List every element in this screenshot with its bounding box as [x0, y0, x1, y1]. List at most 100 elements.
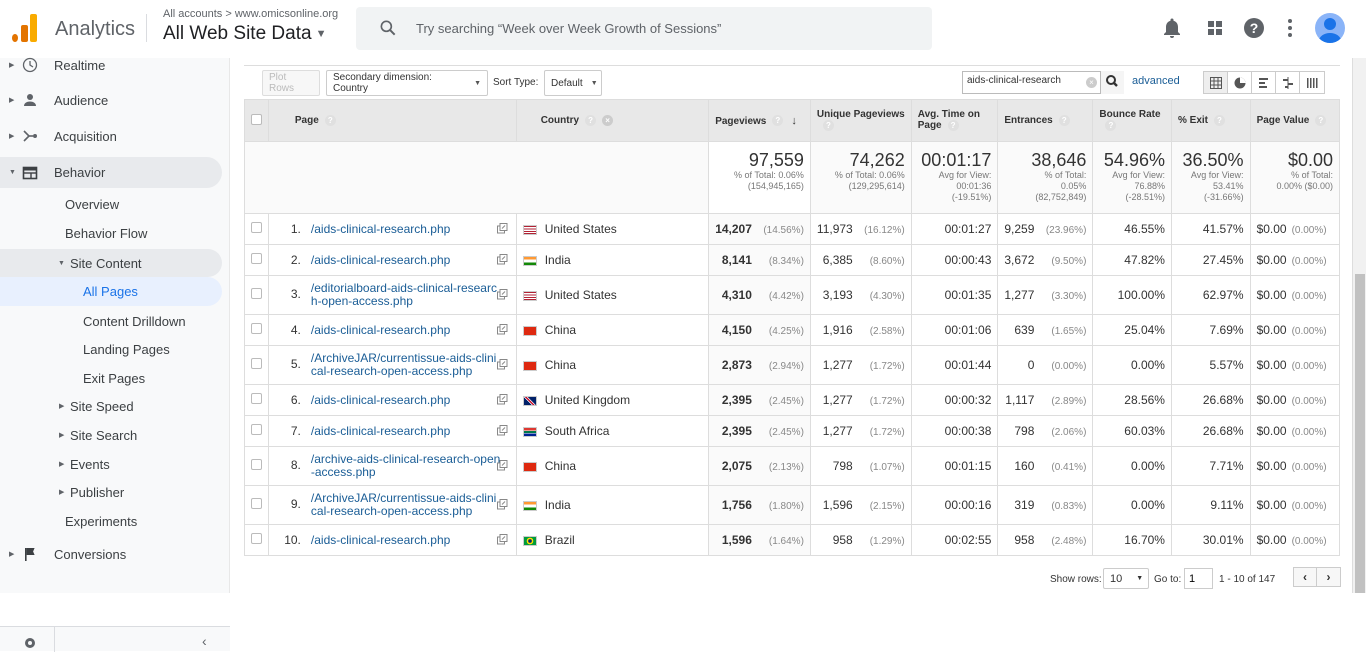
account-avatar-icon[interactable] — [1315, 13, 1345, 43]
pivot-view-button[interactable] — [1300, 72, 1324, 93]
remove-dimension-icon[interactable]: × — [602, 114, 614, 126]
open-page-icon[interactable] — [496, 289, 508, 300]
sidebar-item-content-drilldown[interactable]: Content Drilldown — [0, 306, 222, 336]
global-search[interactable] — [356, 7, 932, 50]
open-page-icon[interactable] — [496, 425, 508, 436]
advanced-filter-link[interactable]: advanced — [1132, 75, 1180, 87]
help-icon[interactable]: ? — [1214, 114, 1225, 126]
row-checkbox[interactable] — [250, 323, 262, 334]
open-page-icon[interactable] — [496, 359, 508, 370]
open-page-icon[interactable] — [496, 534, 508, 545]
sidebar-item-overview[interactable]: Overview — [0, 189, 222, 219]
help-icon[interactable]: ? — [772, 115, 784, 127]
sidebar-item-publisher[interactable]: ▶ Publisher — [0, 477, 222, 507]
prev-page-button[interactable]: ‹ — [1294, 568, 1318, 586]
col-header-exit[interactable]: % Exit? — [1170, 99, 1251, 142]
row-checkbox[interactable] — [250, 533, 262, 544]
row-checkbox[interactable] — [250, 393, 262, 404]
sidebar-item-site-search[interactable]: ▶ Site Search — [0, 420, 222, 450]
performance-view-button[interactable] — [1252, 72, 1276, 93]
gear-icon[interactable] — [22, 635, 38, 651]
help-icon[interactable]: ? — [324, 114, 336, 126]
page-link[interactable]: /aids-clinical-research.php — [311, 223, 501, 236]
goto-page-input[interactable] — [1184, 568, 1213, 589]
col-header-page[interactable]: Page? — [267, 99, 517, 142]
help-icon[interactable]: ? — [1315, 114, 1327, 126]
page-scrollbar[interactable] — [1352, 58, 1366, 593]
row-checkbox[interactable] — [250, 253, 262, 264]
country-name[interactable]: India — [545, 253, 571, 267]
col-header-unique-pageviews[interactable]: Unique Pageviews? — [809, 99, 912, 142]
show-rows-select[interactable]: 10 ▼ — [1103, 568, 1149, 589]
scrollbar-thumb[interactable] — [1355, 274, 1365, 593]
open-page-icon[interactable] — [496, 460, 508, 471]
plot-rows-button[interactable]: Plot Rows — [262, 70, 320, 96]
col-header-pageviews[interactable]: Pageviews? ↓ — [708, 99, 811, 142]
page-link[interactable]: /aids-clinical-research.php — [311, 394, 501, 407]
help-icon[interactable]: ? — [1242, 16, 1266, 40]
page-link[interactable]: /aids-clinical-research.php — [311, 425, 501, 438]
page-link[interactable]: /aids-clinical-research.php — [311, 324, 501, 337]
secondary-dimension-dropdown[interactable]: Secondary dimension: Country ▼ — [326, 70, 488, 96]
sidebar-item-all-pages[interactable]: All Pages — [0, 277, 222, 306]
page-link[interactable]: /editorialboard-aids-clinical-research-o… — [311, 282, 501, 308]
analytics-logo-icon[interactable] — [12, 14, 38, 42]
filter-search-button[interactable] — [1100, 71, 1124, 94]
apps-grid-icon[interactable] — [1203, 16, 1227, 40]
help-icon[interactable]: ? — [585, 114, 597, 126]
sidebar-item-landing-pages[interactable]: Landing Pages — [0, 334, 222, 364]
bell-icon[interactable] — [1160, 16, 1184, 40]
sidebar-item-behavior-flow[interactable]: Behavior Flow — [0, 218, 222, 248]
col-header-avg-time[interactable]: Avg. Time on Page? — [910, 99, 999, 142]
page-link[interactable]: /archive-aids-clinical-research-open-acc… — [311, 453, 501, 479]
help-icon[interactable]: ? — [1058, 114, 1070, 126]
country-name[interactable]: China — [545, 459, 576, 473]
next-page-button[interactable]: › — [1317, 568, 1340, 586]
row-checkbox[interactable] — [250, 498, 262, 509]
open-page-icon[interactable] — [496, 324, 508, 335]
country-name[interactable]: United States — [545, 222, 617, 236]
sidebar-item-exit-pages[interactable]: Exit Pages — [0, 363, 222, 393]
col-header-page-value[interactable]: Page Value? — [1249, 99, 1341, 142]
country-name[interactable]: South Africa — [545, 424, 610, 438]
country-name[interactable]: United States — [545, 288, 617, 302]
country-name[interactable]: China — [545, 358, 576, 372]
country-name[interactable]: Brazil — [545, 533, 575, 547]
page-link[interactable]: /ArchiveJAR/currentissue-aids-clinical-r… — [311, 492, 501, 518]
percentage-view-button[interactable] — [1228, 72, 1252, 93]
row-checkbox[interactable] — [250, 358, 262, 369]
open-page-icon[interactable] — [496, 254, 508, 265]
row-checkbox[interactable] — [250, 424, 262, 435]
row-checkbox[interactable] — [250, 288, 262, 299]
sidebar-item-conversions[interactable]: ▶ Conversions — [0, 539, 222, 569]
account-breadcrumb[interactable]: All accounts > www.omicsonline.org — [163, 8, 338, 20]
page-link[interactable]: /aids-clinical-research.php — [311, 254, 501, 267]
sidebar-item-events[interactable]: ▶ Events — [0, 449, 222, 479]
sidebar-item-behavior[interactable]: ▼ Behavior — [0, 157, 222, 188]
sidebar-item-experiments[interactable]: Experiments — [0, 506, 222, 536]
help-icon[interactable]: ? — [1105, 120, 1117, 132]
sidebar-item-audience[interactable]: ▶ Audience — [0, 85, 222, 115]
sidebar-item-site-speed[interactable]: ▶ Site Speed — [0, 391, 222, 421]
col-header-country[interactable]: Country? × — [515, 99, 710, 142]
help-icon[interactable]: ? — [947, 120, 959, 132]
page-link[interactable]: /ArchiveJAR/currentissue-aids-clinical-r… — [311, 352, 501, 378]
property-selector[interactable]: All Web Site Data ▼ — [163, 23, 326, 45]
open-page-icon[interactable] — [496, 499, 508, 510]
sidebar-item-acquisition[interactable]: ▶ Acquisition — [0, 121, 222, 151]
more-vert-icon[interactable] — [1278, 16, 1302, 40]
sort-type-dropdown[interactable]: Default ▼ — [544, 70, 602, 96]
row-checkbox[interactable] — [250, 222, 262, 233]
open-page-icon[interactable] — [496, 394, 508, 405]
country-name[interactable]: China — [545, 323, 576, 337]
help-icon[interactable]: ? — [822, 120, 834, 132]
global-search-input[interactable] — [416, 18, 916, 38]
page-link[interactable]: /aids-clinical-research.php — [311, 534, 501, 547]
comparison-view-button[interactable] — [1276, 72, 1300, 93]
col-header-entrances[interactable]: Entrances? — [997, 99, 1094, 142]
col-header-bounce-rate[interactable]: Bounce Rate? — [1092, 99, 1172, 142]
select-all-checkbox[interactable] — [250, 113, 262, 125]
country-name[interactable]: United Kingdom — [545, 393, 630, 407]
table-view-button[interactable] — [1204, 72, 1228, 93]
open-page-icon[interactable] — [496, 223, 508, 234]
